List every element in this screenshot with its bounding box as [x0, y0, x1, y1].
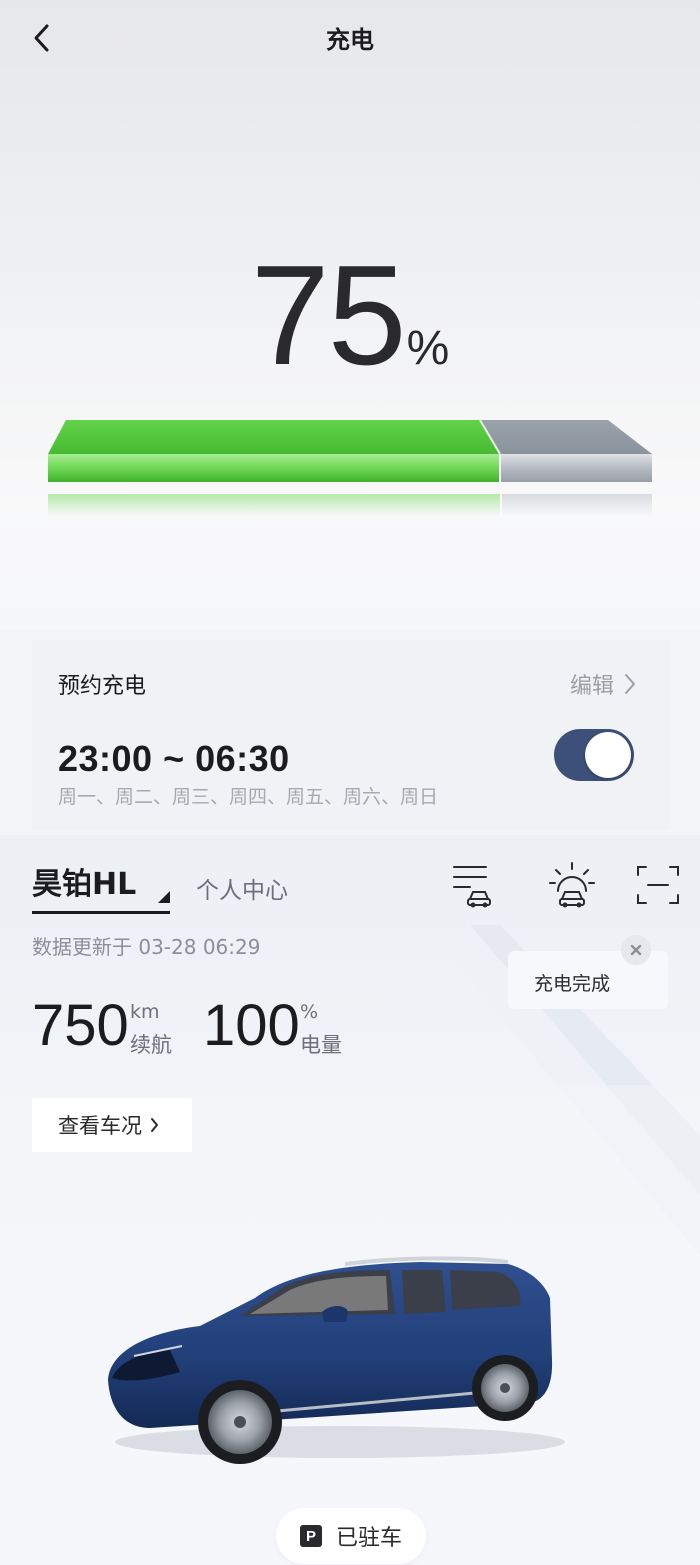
- header: 充电: [0, 0, 700, 76]
- parked-status-pill: P 已驻车: [276, 1508, 426, 1564]
- battery-value: 100: [203, 993, 300, 1058]
- schedule-toggle[interactable]: [554, 729, 634, 781]
- battery-charged-front: [48, 454, 500, 482]
- battery-reflection-green: [48, 494, 500, 516]
- battery-unit: %: [300, 1001, 319, 1023]
- edit-schedule-link[interactable]: 编辑: [570, 668, 636, 700]
- model-underline: [32, 911, 170, 914]
- charge-percent-value: 75: [250, 236, 407, 395]
- data-update-time: 数据更新于 03-28 06:29: [32, 935, 261, 959]
- vehicle-model-selector[interactable]: 昊铂HL: [32, 859, 136, 903]
- parked-status-label: 已驻车: [335, 1526, 402, 1551]
- scheduled-charging-card: 预约充电 编辑 23:00 ~ 06:30 周一、周二、周三、周四、周五、周六、…: [32, 640, 670, 830]
- schedule-days: 周一、周二、周三、周四、周五、周六、周日: [58, 786, 439, 808]
- close-icon: [630, 944, 642, 956]
- charge-percent-sign: %: [406, 322, 450, 375]
- view-vehicle-status-label: 查看车况: [58, 1114, 142, 1138]
- battery-remaining-front: [500, 454, 652, 482]
- scan-icon[interactable]: [634, 861, 682, 909]
- scheduled-charging-title: 预约充电: [58, 674, 147, 699]
- charge-percent: 75%: [0, 245, 700, 387]
- battery-remaining-top: [480, 420, 652, 454]
- chevron-right-icon: [625, 674, 635, 694]
- car-image: [108, 1256, 565, 1464]
- battery-label: 电量: [300, 1033, 342, 1057]
- schedule-time-range: 23:00 ~ 06:30: [58, 738, 290, 779]
- car-list-icon[interactable]: [448, 861, 496, 909]
- range-label: 续航: [130, 1033, 172, 1057]
- range-value: 750: [32, 993, 129, 1058]
- charge-section: 充电 75%: [0, 0, 700, 630]
- range-unit: km: [130, 1001, 160, 1023]
- personal-center-tab[interactable]: 个人中心: [196, 871, 288, 905]
- view-vehicle-status-button[interactable]: 查看车况: [32, 1098, 192, 1152]
- car-sun-icon[interactable]: [548, 861, 596, 909]
- battery-charged-top: [48, 420, 500, 454]
- chevron-right-icon: [151, 1118, 158, 1132]
- toast-close-button[interactable]: [621, 935, 651, 965]
- toggle-knob: [585, 732, 631, 778]
- caret-down-icon: [158, 891, 170, 903]
- battery-reflection-gray: [502, 494, 652, 516]
- edit-label: 编辑: [569, 674, 614, 699]
- toast-text: 充电完成: [534, 973, 611, 995]
- battery-level-bar: [48, 419, 652, 516]
- vehicle-section: 昊铂HL 个人中心 数据更新于 03-28 06:29 充电完成 750 km …: [0, 835, 700, 1565]
- page-title: 充电: [326, 26, 374, 54]
- parking-badge-icon: P: [299, 1525, 322, 1547]
